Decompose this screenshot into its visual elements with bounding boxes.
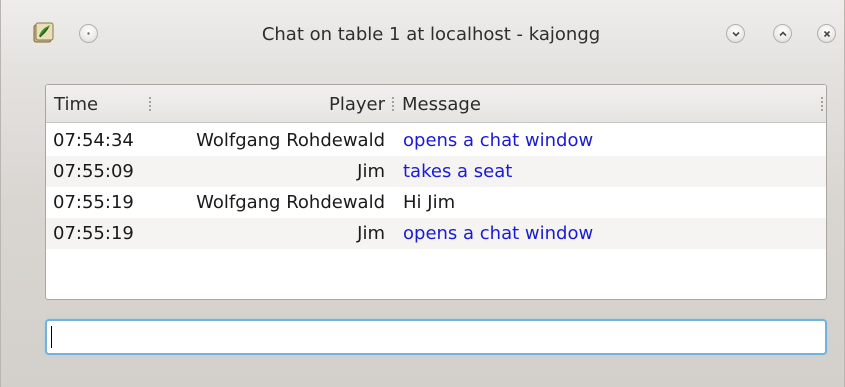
chat-log-table[interactable]: Time Player Message 07:54:34 Wolfgang Ro… [45, 84, 827, 300]
cell-player: Jim [357, 223, 385, 244]
cell-message: Hi Jim [403, 192, 456, 213]
cell-player: Wolfgang Rohdewald [196, 130, 385, 151]
column-header-message[interactable]: Message [402, 94, 481, 115]
table-body: 07:54:34 Wolfgang Rohdewald opens a chat… [46, 125, 826, 249]
dot-icon [87, 32, 90, 35]
chat-window: Chat on table 1 at localhost - kajongg T… [0, 0, 845, 387]
cell-message: takes a seat [403, 161, 513, 182]
table-row[interactable]: 07:55:09 Jim takes a seat [46, 156, 826, 187]
window-title: Chat on table 1 at localhost - kajongg [261, 24, 601, 45]
column-resize-handle[interactable] [820, 96, 824, 112]
maximize-button[interactable] [773, 24, 792, 43]
close-button[interactable] [817, 24, 836, 43]
cell-time: 07:55:19 [53, 192, 134, 213]
table-header: Time Player Message [46, 85, 826, 123]
column-header-time[interactable]: Time [54, 94, 98, 115]
table-row[interactable]: 07:55:19 Jim opens a chat window [46, 218, 826, 249]
cell-message: opens a chat window [403, 223, 594, 244]
chat-message-input[interactable] [45, 319, 827, 355]
close-icon [823, 30, 830, 37]
kajongg-app-icon[interactable] [33, 22, 55, 44]
cell-time: 07:54:34 [53, 130, 134, 151]
cell-time: 07:55:09 [53, 161, 134, 182]
title-bar[interactable]: Chat on table 1 at localhost - kajongg [1, 0, 844, 72]
cell-player: Wolfgang Rohdewald [196, 192, 385, 213]
cell-time: 07:55:19 [53, 223, 134, 244]
column-resize-handle[interactable] [148, 96, 152, 112]
chevron-up-icon [778, 30, 787, 36]
window-menu-button[interactable] [79, 24, 98, 43]
text-caret [51, 326, 52, 348]
column-header-player[interactable]: Player [329, 94, 385, 115]
minimize-button[interactable] [726, 24, 745, 43]
table-row[interactable]: 07:54:34 Wolfgang Rohdewald opens a chat… [46, 125, 826, 156]
cell-message: opens a chat window [403, 130, 594, 151]
table-row[interactable]: 07:55:19 Wolfgang Rohdewald Hi Jim [46, 187, 826, 218]
column-resize-handle[interactable] [391, 96, 395, 112]
chevron-down-icon [731, 31, 740, 37]
cell-player: Jim [357, 161, 385, 182]
